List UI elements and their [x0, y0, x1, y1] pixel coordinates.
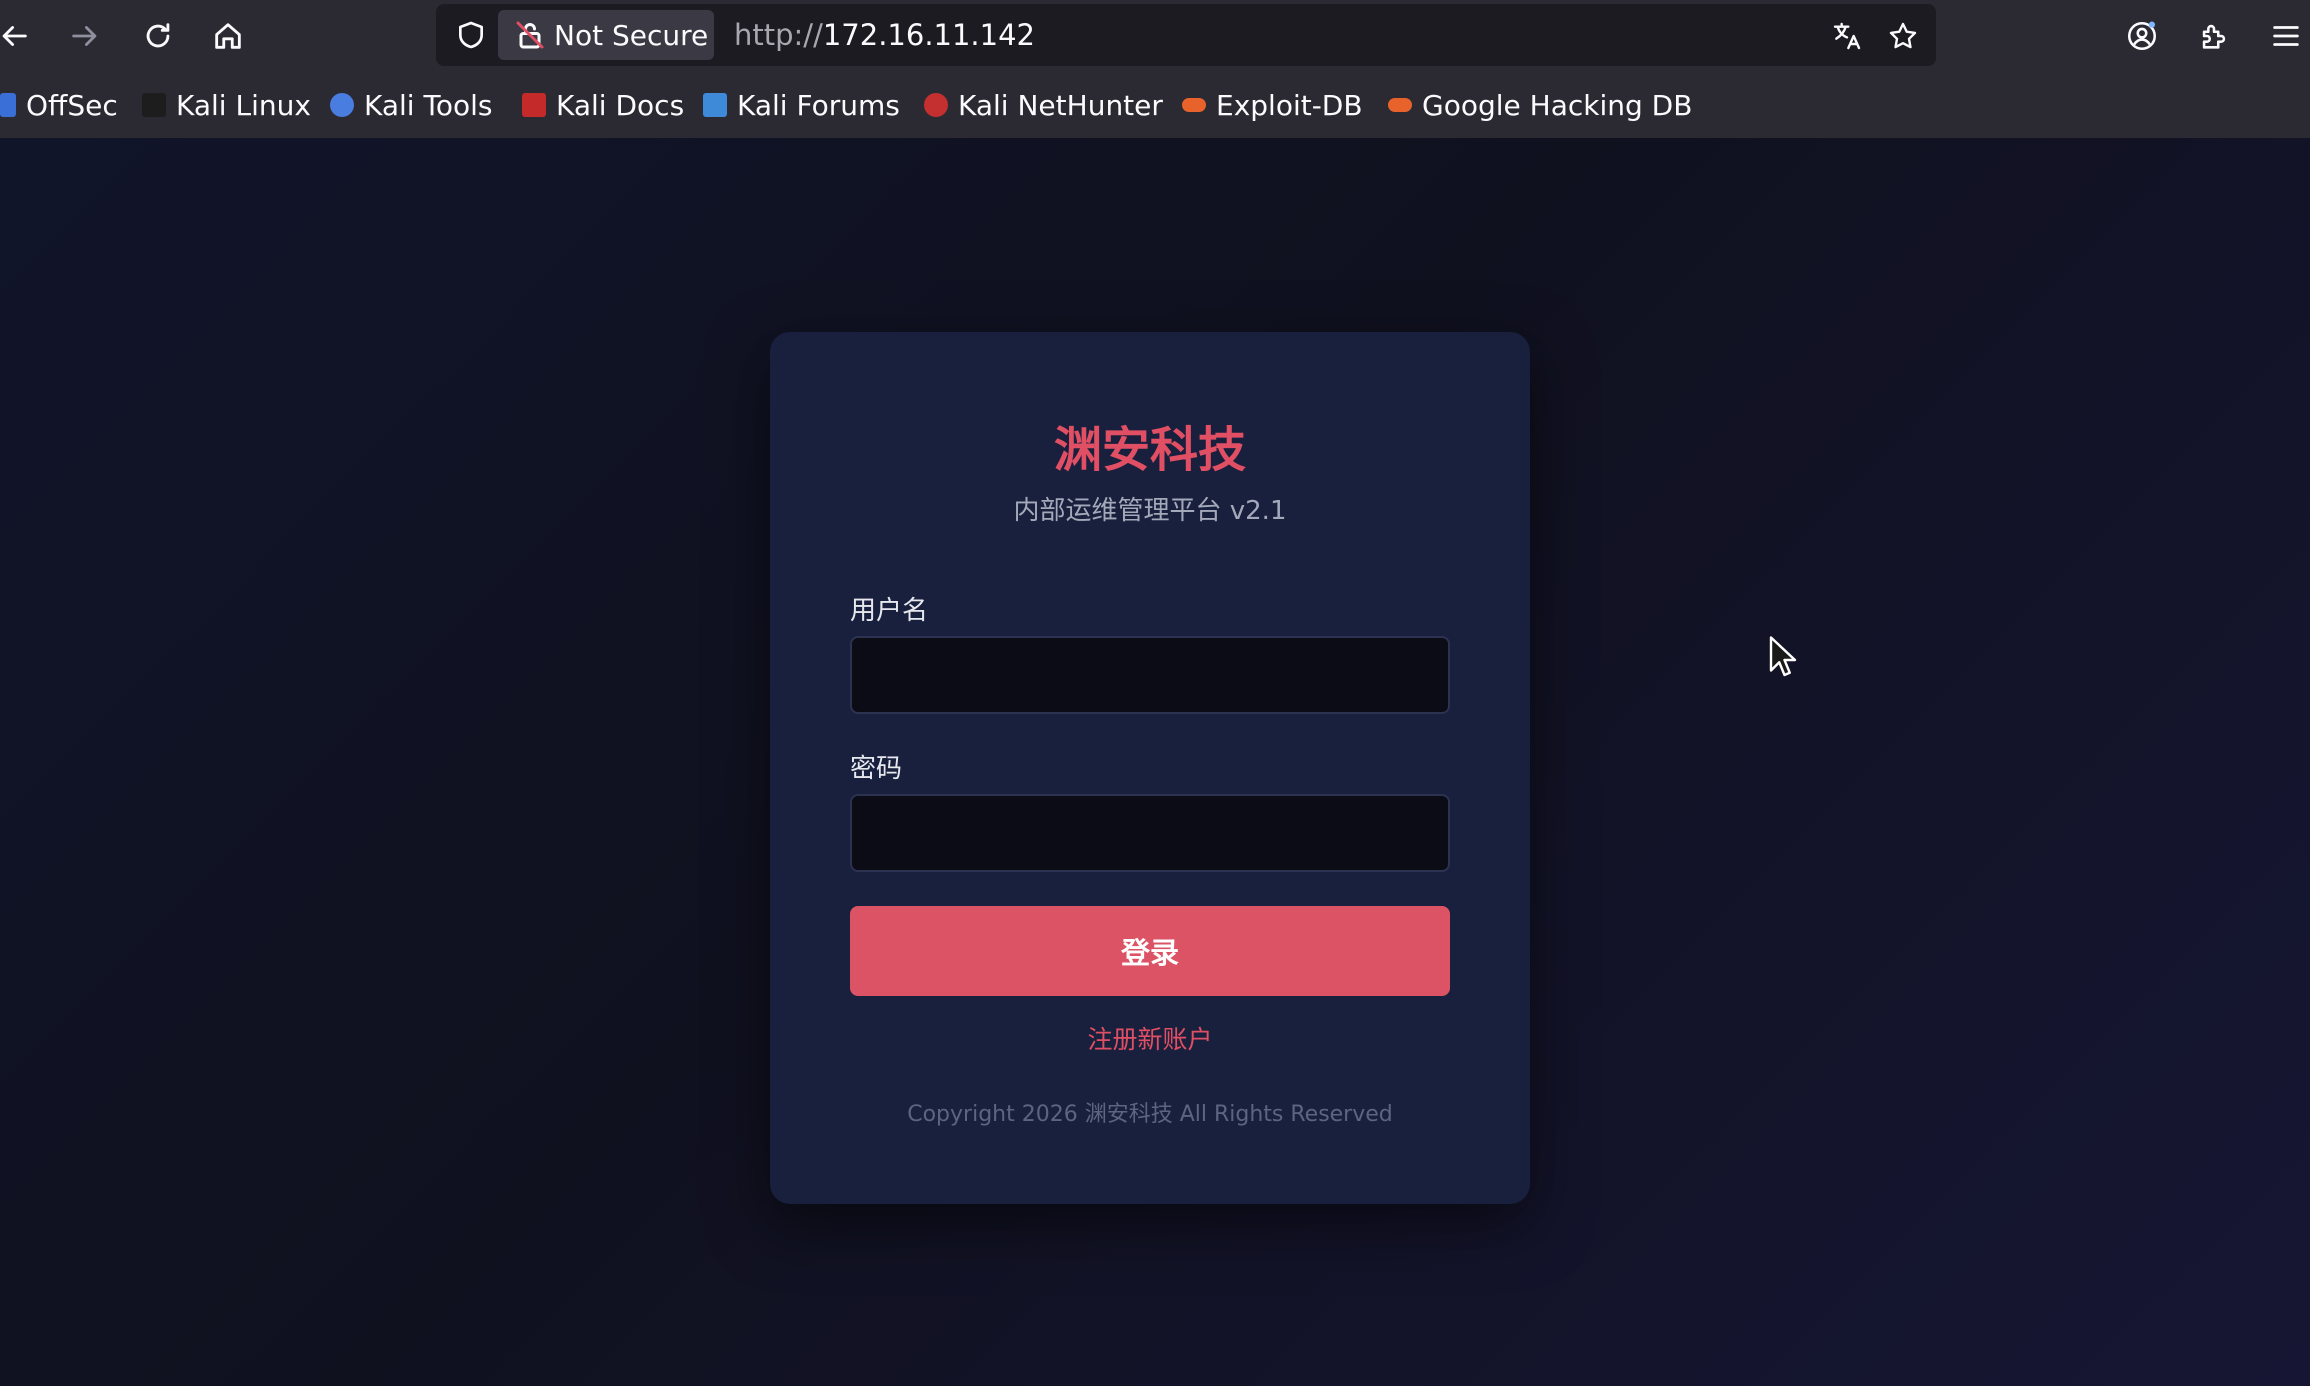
- forward-button[interactable]: [61, 12, 109, 60]
- reload-button[interactable]: [134, 12, 182, 60]
- bookmark-label: Kali Docs: [556, 88, 685, 122]
- bookmark-label: Exploit-DB: [1216, 88, 1363, 122]
- bookmark-offsec[interactable]: OffSec: [0, 88, 118, 122]
- bookmark-star-button[interactable]: [1884, 17, 1922, 55]
- translate-icon: [1833, 22, 1861, 50]
- bookmark-label: Kali NetHunter: [958, 88, 1163, 122]
- home-icon: [215, 23, 241, 49]
- bookmark-kali-docs[interactable]: Kali Docs: [522, 88, 684, 122]
- nethunter-favicon: [924, 93, 948, 117]
- password-label: 密码: [850, 754, 903, 784]
- star-icon: [1889, 22, 1917, 49]
- brand-title: 渊安科技: [1053, 422, 1246, 478]
- bookmark-label: OffSec: [26, 88, 118, 122]
- url-scheme: http://: [734, 18, 823, 52]
- bookmark-kali-tools[interactable]: Kali Tools: [330, 88, 492, 122]
- site-security-button[interactable]: Not Secure: [498, 10, 714, 60]
- bookmark-kali-nethunter[interactable]: Kali NetHunter: [924, 88, 1163, 122]
- bookmark-exploit-db[interactable]: Exploit-DB: [1182, 88, 1363, 122]
- tracking-protection-button[interactable]: [452, 16, 490, 54]
- account-icon: [2127, 21, 2157, 51]
- exploit-db-favicon: [1182, 98, 1206, 112]
- back-button[interactable]: [0, 12, 38, 60]
- bookmark-google-hacking-db[interactable]: Google Hacking DB: [1388, 88, 1692, 122]
- account-button[interactable]: [2120, 14, 2164, 58]
- security-label: Not Secure: [554, 18, 709, 52]
- bookmark-label: Kali Linux: [176, 88, 311, 122]
- lock-slash-icon: [516, 21, 544, 49]
- username-input[interactable]: [850, 636, 1450, 714]
- platform-subtitle: 内部运维管理平台 v2.1: [1013, 496, 1287, 526]
- bookmark-kali-linux[interactable]: Kali Linux: [142, 88, 311, 122]
- register-link[interactable]: 注册新账户: [770, 1020, 1530, 1056]
- kali-forums-favicon: [703, 93, 727, 117]
- menu-button[interactable]: [2264, 14, 2308, 58]
- menu-icon: [2273, 26, 2299, 46]
- bookmark-label: Google Hacking DB: [1422, 88, 1693, 122]
- bookmarks-toolbar: OffSec Kali Linux Kali Tools Kali Docs K…: [0, 72, 2310, 138]
- shield-icon: [459, 21, 483, 49]
- bookmark-label: Kali Forums: [737, 88, 900, 122]
- home-button[interactable]: [204, 12, 252, 60]
- username-label: 用户名: [850, 596, 929, 626]
- bookmark-label: Kali Tools: [364, 88, 493, 122]
- offsec-favicon: [0, 93, 16, 117]
- extensions-icon: [2202, 24, 2226, 49]
- login-card: 渊安科技 内部运维管理平台 v2.1 用户名 密码 登录 注册新账户 Copyr…: [770, 332, 1530, 1204]
- copyright-text: Copyright 2026 渊安科技 All Rights Reserved: [907, 1102, 1393, 1127]
- page-viewport: 渊安科技 内部运维管理平台 v2.1 用户名 密码 登录 注册新账户 Copyr…: [0, 138, 2310, 1386]
- browser-toolbar: Not Secure http://172.16.11.142: [0, 0, 2310, 72]
- translate-button[interactable]: [1828, 17, 1866, 55]
- ghdb-favicon: [1388, 98, 1412, 112]
- url-text[interactable]: http://172.16.11.142: [734, 18, 1035, 52]
- forward-arrow-icon: [72, 26, 97, 46]
- mouse-cursor-icon: [1769, 636, 1797, 677]
- password-input[interactable]: [850, 794, 1450, 872]
- url-bar[interactable]: Not Secure http://172.16.11.142: [436, 4, 1936, 66]
- bookmark-kali-forums[interactable]: Kali Forums: [703, 88, 900, 122]
- login-button[interactable]: 登录: [850, 906, 1450, 996]
- extensions-button[interactable]: [2192, 14, 2236, 58]
- kali-tools-favicon: [330, 93, 354, 117]
- back-arrow-icon: [2, 26, 27, 46]
- reload-icon: [146, 23, 170, 48]
- url-host: 172.16.11.142: [822, 18, 1036, 52]
- kali-docs-favicon: [522, 93, 546, 117]
- kali-dragon-favicon: [142, 93, 166, 117]
